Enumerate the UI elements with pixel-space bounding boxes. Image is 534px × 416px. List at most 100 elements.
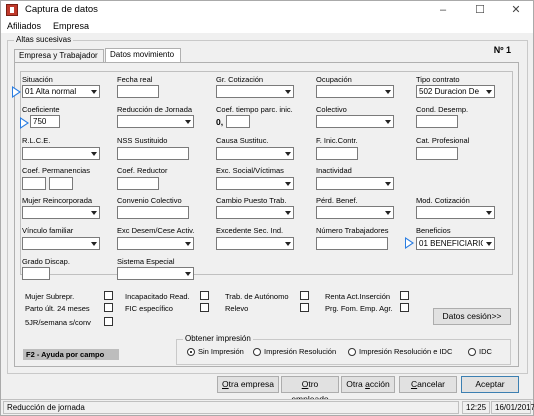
radio-impresion-resolucion-idc[interactable] bbox=[348, 348, 356, 356]
checkbox-relevo[interactable] bbox=[300, 303, 309, 312]
tab-empresa-trabajador[interactable]: Empresa y Trabajador bbox=[14, 49, 104, 62]
reduccion-jornada-select[interactable] bbox=[117, 115, 194, 128]
coeficiente-label: Coeficiente bbox=[22, 105, 60, 114]
numero-trabajadores-label: Número Trabajadores bbox=[316, 226, 389, 235]
checkbox-mujer-subrepr[interactable] bbox=[104, 291, 113, 300]
coef-reductor-input[interactable] bbox=[117, 177, 159, 190]
checkbox-renta[interactable] bbox=[400, 291, 409, 300]
datos-cesion-button[interactable]: Datos cesión>> bbox=[433, 308, 511, 325]
chevron-down-icon[interactable] bbox=[282, 86, 293, 97]
chevron-down-icon[interactable] bbox=[282, 178, 293, 189]
menu-afiliados[interactable]: Afiliados bbox=[7, 21, 41, 31]
colectivo-label: Colectivo bbox=[316, 105, 347, 114]
radio-sin-impresion[interactable] bbox=[187, 348, 195, 356]
chevron-down-icon[interactable] bbox=[282, 238, 293, 249]
coeficiente-input[interactable]: 750 bbox=[30, 115, 60, 128]
mod-cotizacion-select[interactable] bbox=[416, 206, 495, 219]
checkbox-fic[interactable] bbox=[200, 303, 209, 312]
otra-empresa-button[interactable]: Otra empresa bbox=[217, 376, 279, 393]
chevron-down-icon[interactable] bbox=[483, 207, 494, 218]
perd-benef-select[interactable] bbox=[316, 206, 394, 219]
chevron-down-icon[interactable] bbox=[182, 268, 193, 279]
nss-sustituido-input[interactable] bbox=[117, 147, 189, 160]
chevron-down-icon[interactable] bbox=[182, 116, 193, 127]
chevron-down-icon[interactable] bbox=[88, 207, 99, 218]
nss-sustituido-label: NSS Sustituido bbox=[117, 136, 168, 145]
chevron-down-icon[interactable] bbox=[382, 86, 393, 97]
radio-label-idc: IDC bbox=[479, 347, 492, 356]
chevron-down-icon[interactable] bbox=[382, 116, 393, 127]
tab-datos-movimiento[interactable]: Datos movimiento bbox=[105, 48, 181, 62]
otro-empleado-button[interactable]: Otro empleado bbox=[281, 376, 339, 404]
cancelar-button[interactable]: Cancelar bbox=[399, 376, 457, 393]
checkbox-label-trab-autonomo: Trab. de Autónomo bbox=[225, 292, 289, 301]
radio-label-impresion-resolucion: Impresión Resolución bbox=[264, 347, 337, 356]
exc-desem-cese-select[interactable] bbox=[117, 237, 194, 250]
rlce-select[interactable] bbox=[22, 147, 100, 160]
sistema-especial-select[interactable] bbox=[117, 267, 194, 280]
cat-profesional-input[interactable] bbox=[416, 147, 458, 160]
minimize-button[interactable]: – bbox=[426, 1, 460, 19]
otra-accion-button[interactable]: Otra acción bbox=[341, 376, 395, 393]
beneficios-select[interactable]: 01 BENEFICIARIO bbox=[416, 237, 495, 250]
colectivo-select[interactable] bbox=[316, 115, 394, 128]
excedente-sec-select[interactable] bbox=[216, 237, 294, 250]
chevron-down-icon[interactable] bbox=[88, 238, 99, 249]
radio-label-sin-impresion: Sin Impresión bbox=[198, 347, 244, 356]
required-marker-icon bbox=[20, 117, 29, 129]
chevron-down-icon[interactable] bbox=[483, 86, 494, 97]
situacion-select[interactable]: 01 Alta normal bbox=[22, 85, 100, 98]
vinculo-familiar-select[interactable] bbox=[22, 237, 100, 250]
chevron-down-icon[interactable] bbox=[382, 207, 393, 218]
checkbox-prg-fom[interactable] bbox=[400, 303, 409, 312]
exc-social-victimas-select[interactable] bbox=[216, 177, 294, 190]
mujer-reincorporada-select[interactable] bbox=[22, 206, 100, 219]
f-inic-contr-input[interactable] bbox=[316, 147, 358, 160]
coef-permanencias-input-1[interactable] bbox=[22, 177, 46, 190]
inactividad-select[interactable] bbox=[316, 177, 394, 190]
cambio-puesto-select[interactable] bbox=[216, 206, 294, 219]
cond-desemp-input[interactable] bbox=[416, 115, 458, 128]
chevron-down-icon[interactable] bbox=[88, 148, 99, 159]
status-message: Reducción de jornada bbox=[3, 401, 459, 414]
fecha-real-input[interactable] bbox=[117, 85, 159, 98]
menu-empresa[interactable]: Empresa bbox=[53, 21, 89, 31]
checkbox-parto[interactable] bbox=[104, 303, 113, 312]
gr-cotizacion-select[interactable] bbox=[216, 85, 294, 98]
grado-discap-input[interactable] bbox=[22, 267, 50, 280]
chevron-down-icon[interactable] bbox=[282, 148, 293, 159]
convenio-colectivo-input[interactable] bbox=[117, 206, 189, 219]
exc-desem-cese-label: Exc Desem/Cese Activ. bbox=[117, 226, 195, 235]
reduccion-jornada-label: Reducción de Jornada bbox=[117, 105, 193, 114]
chevron-down-icon[interactable] bbox=[88, 86, 99, 97]
numero-trabajadores-input[interactable] bbox=[316, 237, 388, 250]
checkbox-label-renta: Renta Act.Inserción bbox=[325, 292, 391, 301]
coef-tiempo-parc-input[interactable] bbox=[226, 115, 250, 128]
mod-cotizacion-label: Mod. Cotización bbox=[416, 196, 470, 205]
vinculo-familiar-label: Vínculo familiar bbox=[22, 226, 74, 235]
coef-tiempo-parc-prefix: 0, bbox=[216, 117, 224, 127]
coef-permanencias-input-2[interactable] bbox=[49, 177, 73, 190]
ocupacion-select[interactable] bbox=[316, 85, 394, 98]
chevron-down-icon[interactable] bbox=[282, 207, 293, 218]
coef-reductor-label: Coef. Reductor bbox=[117, 166, 168, 175]
capture-window: Captura de datos – ☐ ✕ Afiliados Empresa… bbox=[0, 0, 534, 416]
radio-idc[interactable] bbox=[468, 348, 476, 356]
checkbox-incapacitado[interactable] bbox=[200, 291, 209, 300]
maximize-button[interactable]: ☐ bbox=[463, 1, 497, 19]
radio-impresion-resolucion[interactable] bbox=[253, 348, 261, 356]
tipo-contrato-select[interactable]: 502 Duracion De bbox=[416, 85, 495, 98]
aceptar-button[interactable]: Aceptar bbox=[461, 376, 519, 393]
checkbox-trab-autonomo[interactable] bbox=[300, 291, 309, 300]
close-button[interactable]: ✕ bbox=[499, 1, 533, 19]
chevron-down-icon[interactable] bbox=[382, 178, 393, 189]
window-title: Captura de datos bbox=[25, 4, 98, 15]
checkbox-label-relevo: Relevo bbox=[225, 304, 249, 313]
inactividad-label: Inactividad bbox=[316, 166, 352, 175]
coef-tiempo-parc-label: Coef. tiempo parc. inic. bbox=[216, 105, 293, 114]
chevron-down-icon[interactable] bbox=[182, 238, 193, 249]
causa-sustituc-select[interactable] bbox=[216, 147, 294, 160]
chevron-down-icon[interactable] bbox=[483, 238, 494, 249]
app-icon bbox=[6, 4, 18, 16]
checkbox-5jr[interactable] bbox=[104, 317, 113, 326]
